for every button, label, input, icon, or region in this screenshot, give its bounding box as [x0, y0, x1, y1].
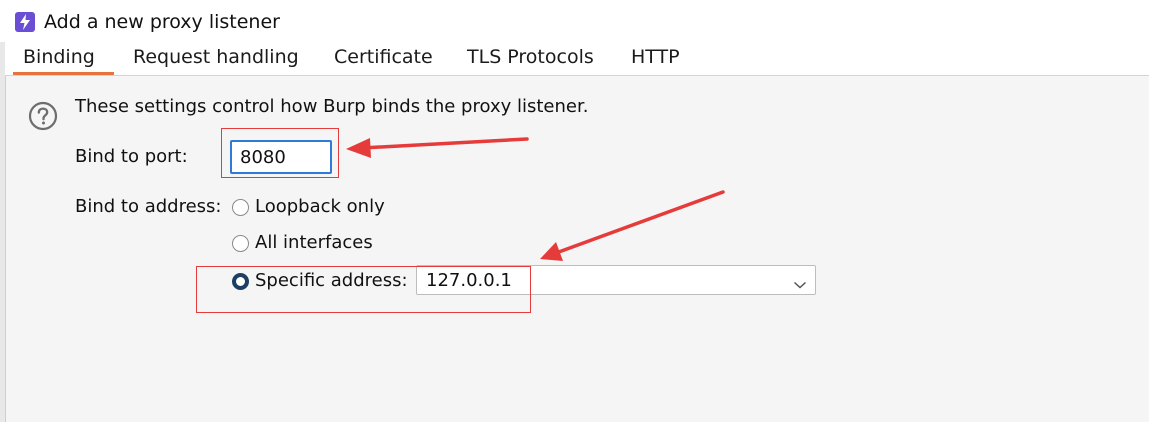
tab-binding[interactable]: Binding — [13, 46, 114, 75]
all-interfaces-label[interactable]: All interfaces — [255, 232, 373, 253]
bind-port-label: Bind to port: — [75, 146, 188, 167]
tab-certificate[interactable]: Certificate — [334, 46, 433, 74]
specific-address-radio[interactable] — [232, 273, 249, 290]
loopback-label[interactable]: Loopback only — [255, 196, 385, 217]
all-interfaces-radio[interactable] — [232, 235, 249, 252]
tab-tls-protocols[interactable]: TLS Protocols — [467, 46, 594, 74]
binding-description: These settings control how Burp binds th… — [75, 96, 589, 117]
window-title: Add a new proxy listener — [44, 11, 280, 33]
specific-address-label[interactable]: Specific address: — [255, 270, 408, 291]
bind-address-label: Bind to address: — [75, 196, 222, 217]
tab-bar: Binding Request handling Certificate TLS… — [5, 42, 1149, 76]
specific-address-value: 127.0.0.1 — [426, 270, 512, 291]
specific-address-select[interactable]: 127.0.0.1 — [416, 265, 816, 295]
loopback-radio[interactable] — [232, 199, 249, 216]
title-bar: Add a new proxy listener — [0, 0, 1149, 42]
tab-http[interactable]: HTTP — [631, 46, 680, 74]
bind-port-input[interactable] — [230, 140, 332, 174]
binding-panel — [5, 76, 1149, 422]
tab-request-handling[interactable]: Request handling — [133, 46, 299, 74]
burp-lightning-icon — [15, 12, 35, 32]
chevron-down-icon[interactable] — [793, 275, 807, 294]
help-icon[interactable] — [28, 101, 58, 131]
